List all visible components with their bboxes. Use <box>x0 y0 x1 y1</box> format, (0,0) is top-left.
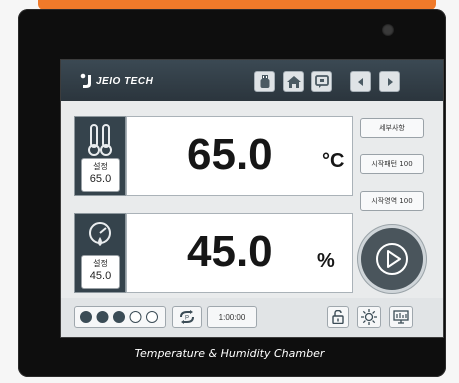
temperature-current-value: 65.0 <box>187 130 273 179</box>
level-dot-empty <box>129 311 142 323</box>
level-dot-filled <box>96 311 109 323</box>
usb-button[interactable] <box>254 71 275 92</box>
repeat-button[interactable]: P <box>172 306 202 328</box>
level-dot-filled <box>80 311 92 323</box>
thermometer-icon <box>88 124 112 156</box>
device-bezel: JEIO TECH 설정 65.0 65.0 °C 설정 45.0 45.0 %… <box>18 9 446 377</box>
previous-button[interactable] <box>350 71 371 92</box>
level-indicator <box>74 306 166 328</box>
temperature-set-label: 설정 <box>93 162 108 171</box>
temperature-unit: °C <box>322 150 345 172</box>
light-icon <box>361 309 377 325</box>
repeat-icon: P <box>180 310 194 324</box>
play-icon <box>376 243 408 275</box>
message-button[interactable] <box>311 71 332 92</box>
usb-icon <box>260 74 269 88</box>
level-dots-icon <box>80 311 158 323</box>
temperature-icon-box: 설정 65.0 <box>74 116 126 196</box>
start-area-button[interactable]: 시작영역 100 <box>360 191 424 211</box>
home-button[interactable] <box>283 71 304 92</box>
temperature-set-value: 65.0 <box>89 173 112 185</box>
home-icon <box>286 75 301 88</box>
bottom-status-bar: P 1:00:00 <box>61 298 443 337</box>
arrow-left-icon <box>357 77 363 86</box>
brand-text: JEIO TECH <box>96 75 154 87</box>
monitor-button[interactable] <box>389 306 413 328</box>
temperature-setpoint[interactable]: 설정 65.0 <box>81 158 120 192</box>
temperature-display: 65.0 °C <box>126 116 353 196</box>
display-monitor-icon <box>393 310 409 324</box>
lock-button[interactable] <box>327 306 349 328</box>
light-button[interactable] <box>357 306 381 328</box>
start-run-button[interactable] <box>361 228 423 290</box>
humidity-set-value: 45.0 <box>89 270 112 282</box>
top-bar: JEIO TECH <box>61 60 443 101</box>
timer-display[interactable]: 1:00:00 <box>207 306 257 328</box>
humidity-unit: % <box>317 250 335 272</box>
humidity-current-value: 45.0 <box>187 227 273 276</box>
message-icon <box>314 75 329 88</box>
arrow-right-icon <box>387 77 393 86</box>
details-button[interactable]: 세부사항 <box>360 118 424 138</box>
level-dot-filled <box>113 311 125 323</box>
unlock-icon <box>332 310 344 324</box>
humidity-icon-box: 설정 45.0 <box>74 213 126 293</box>
humidity-set-label: 설정 <box>93 259 108 268</box>
logo-mark-icon <box>80 73 91 88</box>
level-dot-empty <box>146 311 158 323</box>
humidity-setpoint[interactable]: 설정 45.0 <box>81 255 120 289</box>
humidity-display: 45.0 % <box>126 213 353 293</box>
brand-logo: JEIO TECH <box>79 72 153 90</box>
next-button[interactable] <box>379 71 400 92</box>
camera-icon <box>382 24 394 36</box>
touch-screen: JEIO TECH 설정 65.0 65.0 °C 설정 45.0 45.0 %… <box>60 59 444 338</box>
svg-text:P: P <box>185 316 189 322</box>
device-caption: Temperature & Humidity Chamber <box>134 347 325 360</box>
start-pattern-button[interactable]: 시작패턴 100 <box>360 154 424 174</box>
humidity-gauge-icon <box>89 222 111 246</box>
